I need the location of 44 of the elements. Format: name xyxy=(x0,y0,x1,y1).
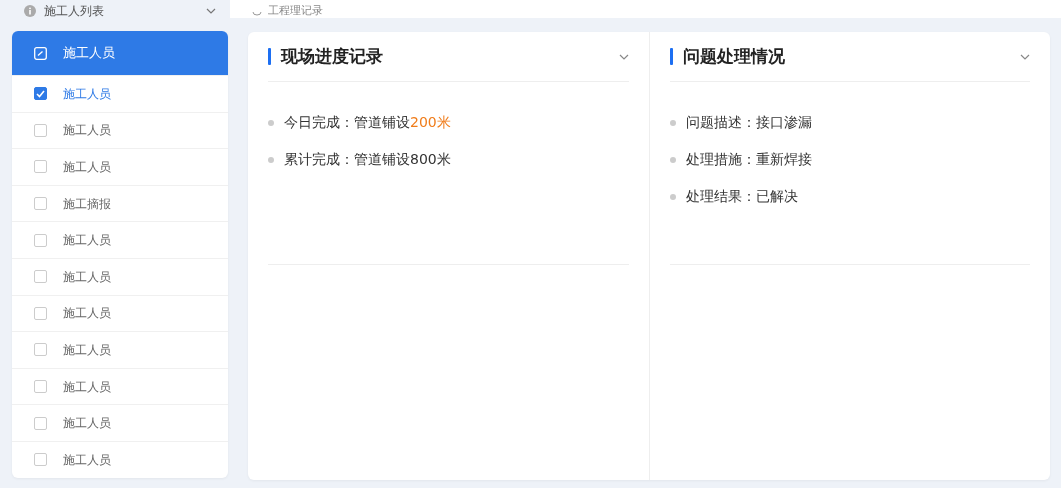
accent-bar xyxy=(268,48,271,65)
record-text: 处理结果：已解决 xyxy=(685,187,798,206)
sidebar-title: 施工人列表 xyxy=(44,3,105,20)
sidebar-item[interactable]: 施工人员 xyxy=(12,148,228,185)
checkbox[interactable] xyxy=(34,343,47,357)
record-text: 问题描述：接口渗漏 xyxy=(685,113,812,132)
info-icon xyxy=(24,5,36,17)
checkbox[interactable] xyxy=(34,233,47,247)
sidebar-item[interactable]: 施工人员 xyxy=(12,75,228,112)
checkbox[interactable] xyxy=(34,380,47,394)
panel-title: 问题处理情况 xyxy=(682,44,786,68)
tab-title[interactable]: 工程理记录 xyxy=(268,5,323,16)
bullet-icon xyxy=(669,119,676,126)
record-text: 处理措施：重新焊接 xyxy=(685,150,812,169)
edit-icon xyxy=(34,46,47,60)
checkbox[interactable] xyxy=(34,416,47,430)
sidebar-item[interactable]: 施工人员 xyxy=(12,111,228,149)
sidebar-item[interactable]: 施工人员 xyxy=(12,294,228,332)
sidebar-item[interactable]: 施工人员 xyxy=(12,440,228,478)
checkbox[interactable] xyxy=(34,197,47,211)
panel-title: 现场进度记录 xyxy=(281,44,384,68)
sidebar-item[interactable]: 施工人员 xyxy=(12,257,228,295)
sidebar-item[interactable]: 施工人员 xyxy=(12,221,228,258)
sidebar-item[interactable]: 施工人员 xyxy=(12,31,228,75)
checkbox[interactable] xyxy=(34,160,47,174)
record-text: 累计完成：管道铺设800米 xyxy=(284,150,451,169)
checkbox[interactable] xyxy=(34,123,47,137)
bullet-icon xyxy=(669,156,676,163)
bullet-icon xyxy=(268,156,274,163)
checkbox[interactable] xyxy=(34,306,47,320)
sidebar-item[interactable]: 施工人员 xyxy=(12,367,228,405)
checkbox[interactable] xyxy=(34,453,47,467)
sidebar-item[interactable]: 施工摘报 xyxy=(12,184,228,222)
bullet-icon xyxy=(268,119,274,126)
record-text: 今日完成：管道铺设200米 xyxy=(284,113,451,132)
chevron-down-icon[interactable] xyxy=(206,8,216,14)
checkbox[interactable] xyxy=(34,87,47,101)
bullet-icon xyxy=(669,193,676,200)
checkbox[interactable] xyxy=(34,270,47,284)
chevron-down-icon[interactable] xyxy=(618,53,629,60)
chevron-down-icon[interactable] xyxy=(1020,53,1030,60)
sidebar-item[interactable]: 施工人员 xyxy=(12,331,228,368)
accent-bar xyxy=(669,48,673,65)
sidebar-item[interactable]: 施工人员 xyxy=(12,404,228,441)
